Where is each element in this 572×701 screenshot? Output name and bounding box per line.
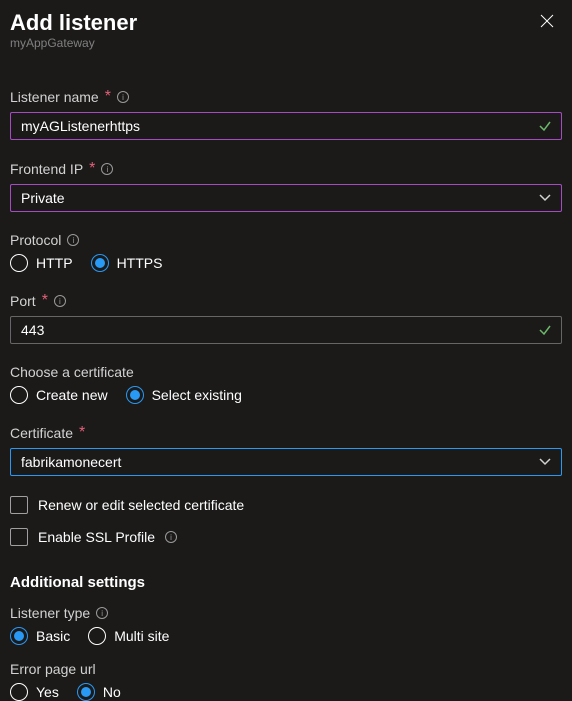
cert-radio-create-new[interactable]: Create new	[10, 386, 108, 404]
radio-icon	[88, 627, 106, 645]
radio-icon-selected	[91, 254, 109, 272]
info-icon[interactable]: i	[96, 607, 108, 619]
listener-type-radio-basic[interactable]: Basic	[10, 627, 70, 645]
cert-select-existing-label: Select existing	[152, 387, 242, 403]
info-icon[interactable]: i	[117, 91, 129, 103]
ssl-profile-label: Enable SSL Profile	[38, 529, 155, 545]
frontend-ip-label: Frontend IP	[10, 161, 83, 177]
page-title: Add listener	[10, 10, 137, 36]
protocol-http-label: HTTP	[36, 255, 73, 271]
frontend-ip-select[interactable]: Private	[10, 184, 562, 212]
info-icon[interactable]: i	[101, 163, 113, 175]
chevron-down-icon	[539, 458, 551, 466]
protocol-radio-http[interactable]: HTTP	[10, 254, 73, 272]
error-page-radio-yes[interactable]: Yes	[10, 683, 59, 701]
error-page-label: Error page url	[10, 661, 96, 677]
radio-icon	[10, 386, 28, 404]
renew-cert-label: Renew or edit selected certificate	[38, 497, 244, 513]
cert-radio-select-existing[interactable]: Select existing	[126, 386, 242, 404]
close-icon	[540, 14, 554, 28]
port-input[interactable]	[10, 316, 562, 344]
page-subtitle: myAppGateway	[10, 36, 137, 50]
required-indicator: *	[79, 424, 85, 442]
cert-create-new-label: Create new	[36, 387, 108, 403]
additional-settings-heading: Additional settings	[10, 574, 562, 591]
protocol-https-label: HTTPS	[117, 255, 163, 271]
ssl-profile-checkbox[interactable]	[10, 528, 28, 546]
renew-cert-checkbox[interactable]	[10, 496, 28, 514]
info-icon[interactable]: i	[67, 234, 79, 246]
listener-type-label: Listener type	[10, 605, 90, 621]
protocol-radio-https[interactable]: HTTPS	[91, 254, 163, 272]
port-label: Port	[10, 293, 36, 309]
close-button[interactable]	[532, 10, 562, 32]
choose-cert-label: Choose a certificate	[10, 364, 134, 380]
radio-icon	[10, 683, 28, 701]
listener-name-label: Listener name	[10, 89, 99, 105]
info-icon[interactable]: i	[165, 531, 177, 543]
radio-icon-selected	[10, 627, 28, 645]
error-page-yes-label: Yes	[36, 684, 59, 700]
listener-type-multi-site-label: Multi site	[114, 628, 169, 644]
frontend-ip-value: Private	[21, 190, 65, 206]
required-indicator: *	[105, 88, 111, 106]
error-page-no-label: No	[103, 684, 121, 700]
radio-icon	[10, 254, 28, 272]
listener-name-input[interactable]	[10, 112, 562, 140]
error-page-radio-no[interactable]: No	[77, 683, 121, 701]
required-indicator: *	[89, 160, 95, 178]
protocol-label: Protocol	[10, 232, 61, 248]
chevron-down-icon	[539, 194, 551, 202]
certificate-value: fabrikamonecert	[21, 454, 121, 470]
certificate-label: Certificate	[10, 425, 73, 441]
certificate-select[interactable]: fabrikamonecert	[10, 448, 562, 476]
listener-type-radio-multi-site[interactable]: Multi site	[88, 627, 169, 645]
listener-type-basic-label: Basic	[36, 628, 70, 644]
radio-icon-selected	[77, 683, 95, 701]
required-indicator: *	[42, 292, 48, 310]
info-icon[interactable]: i	[54, 295, 66, 307]
radio-icon-selected	[126, 386, 144, 404]
